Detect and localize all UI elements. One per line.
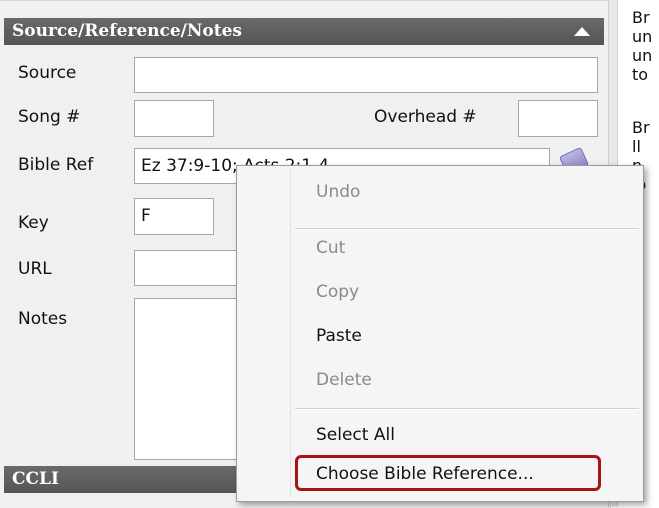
notes-label: Notes xyxy=(18,309,68,329)
menu-item-cut[interactable]: Cut xyxy=(316,238,345,258)
menu-item-delete[interactable]: Delete xyxy=(316,370,372,390)
overhead-number-label: Overhead # xyxy=(374,107,477,127)
menu-gutter xyxy=(290,170,291,497)
right-text-line: to xyxy=(632,65,649,84)
context-menu: Undo Cut Copy Paste Delete Select All Ch… xyxy=(236,165,644,502)
menu-item-select-all[interactable]: Select All xyxy=(316,425,395,445)
menu-separator xyxy=(295,408,639,410)
menu-separator xyxy=(295,228,639,230)
collapse-up-arrow-icon[interactable] xyxy=(574,27,590,36)
key-label: Key xyxy=(18,213,49,233)
right-text-line: Br xyxy=(632,8,650,27)
highlight-annotation xyxy=(295,455,601,491)
source-input[interactable] xyxy=(134,57,598,93)
right-text-line: un xyxy=(632,46,653,65)
menu-item-copy[interactable]: Copy xyxy=(316,282,359,302)
song-number-input[interactable] xyxy=(134,100,214,137)
key-input[interactable]: F xyxy=(134,198,214,235)
song-number-label: Song # xyxy=(18,107,81,127)
section-title: CCLI xyxy=(12,469,59,489)
menu-item-undo[interactable]: Undo xyxy=(316,182,360,202)
overhead-number-input[interactable] xyxy=(518,100,598,137)
source-label: Source xyxy=(18,63,77,83)
bible-ref-label: Bible Ref xyxy=(18,155,94,175)
right-text-line: ll xyxy=(632,137,641,156)
section-title: Source/Reference/Notes xyxy=(12,21,243,41)
menu-item-paste[interactable]: Paste xyxy=(316,326,362,346)
right-text-line: Br xyxy=(632,118,650,137)
section-header-source-reference-notes[interactable]: Source/Reference/Notes xyxy=(4,18,604,45)
right-text-line: un xyxy=(632,27,653,46)
url-label: URL xyxy=(18,259,52,279)
